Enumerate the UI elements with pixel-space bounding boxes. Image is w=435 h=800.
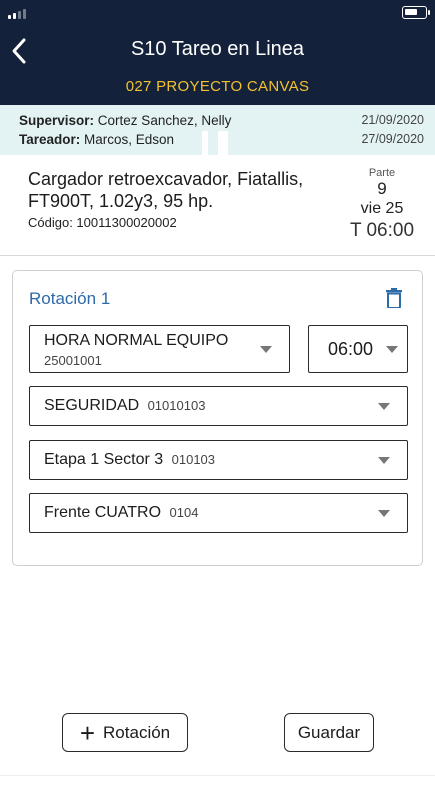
parte-number: 9 [377, 179, 387, 198]
save-button[interactable]: Guardar [284, 713, 374, 752]
phase-code: 01010103 [147, 398, 206, 413]
page-title: S10 Tareo en Linea [130, 38, 305, 60]
chevron-down-icon [378, 510, 390, 517]
stage-text: Etapa 1 Sector 3 010103 [44, 451, 215, 469]
hours-select[interactable]: 06:00 [308, 325, 408, 373]
divider-gap [218, 131, 228, 155]
front-label: Frente CUATRO [44, 504, 162, 521]
tareador-date: 27/09/2020 [361, 132, 424, 146]
equipment-info: Cargador retroexcavador, Fiatallis, FT90… [28, 168, 328, 230]
front-text: Frente CUATRO 0104 [44, 504, 198, 522]
section-divider [0, 255, 435, 256]
phase-text: SEGURIDAD 01010103 [44, 397, 205, 415]
tareador-name: Marcos, Edson [84, 132, 175, 147]
hour-type-code: 25001001 [44, 353, 102, 368]
add-rotation-label: Rotación [103, 722, 171, 742]
chevron-down-icon [386, 346, 398, 353]
hour-type-label: HORA NORMAL EQUIPO [44, 332, 229, 349]
delete-rotation-button[interactable] [386, 288, 402, 309]
signal-icon [8, 9, 34, 19]
phase-label: SEGURIDAD [44, 397, 140, 414]
front-code: 0104 [169, 505, 199, 520]
parte-label: Parte [368, 167, 396, 179]
stage-label: Etapa 1 Sector 3 [44, 451, 164, 468]
save-label: Guardar [297, 722, 361, 742]
project-name: 027 PROYECTO CANVAS [125, 78, 310, 95]
chevron-down-icon [260, 346, 272, 353]
battery-icon [402, 6, 430, 19]
parte-info: Parte 9 vie 25 T 06:00 [336, 167, 428, 243]
supervisor-date: 21/09/2020 [361, 113, 424, 127]
front-select[interactable]: Frente CUATRO 0104 [29, 493, 408, 533]
tareador-row: Tareador: Marcos, Edson [19, 132, 174, 147]
rotation-title: Rotación 1 [29, 289, 111, 308]
hours-value: 06:00 [328, 339, 374, 359]
equipment-code: Código: 10011300020002 [28, 215, 177, 230]
parte-day: vie 25 [360, 200, 404, 217]
stage-select[interactable]: Etapa 1 Sector 3 010103 [29, 440, 408, 480]
add-rotation-button[interactable]: + Rotación [62, 713, 188, 752]
divider-gap [202, 131, 208, 155]
bottom-divider [0, 775, 435, 776]
equipment-name: Cargador retroexcavador, Fiatallis, FT90… [28, 169, 304, 211]
hour-type-select[interactable]: HORA NORMAL EQUIPO 25001001 [29, 325, 290, 373]
supervisor-row: Supervisor: Cortez Sanchez, Nelly [19, 113, 231, 128]
parte-time: T 06:00 [349, 220, 415, 241]
app-header: S10 Tareo en Linea 027 PROYECTO CANVAS [0, 0, 435, 105]
rotation-card: Rotación 1 HORA NORMAL EQUIPO 25001001 0… [12, 270, 423, 566]
plus-icon: + [79, 717, 96, 748]
chevron-down-icon [378, 403, 390, 410]
chevron-down-icon [378, 457, 390, 464]
phase-select[interactable]: SEGURIDAD 01010103 [29, 386, 408, 426]
supervisor-label: Supervisor: [19, 113, 95, 128]
supervisor-name: Cortez Sanchez, Nelly [97, 113, 232, 128]
tareador-label: Tareador: [19, 132, 81, 147]
trash-icon [386, 288, 402, 309]
stage-code: 010103 [171, 452, 216, 467]
